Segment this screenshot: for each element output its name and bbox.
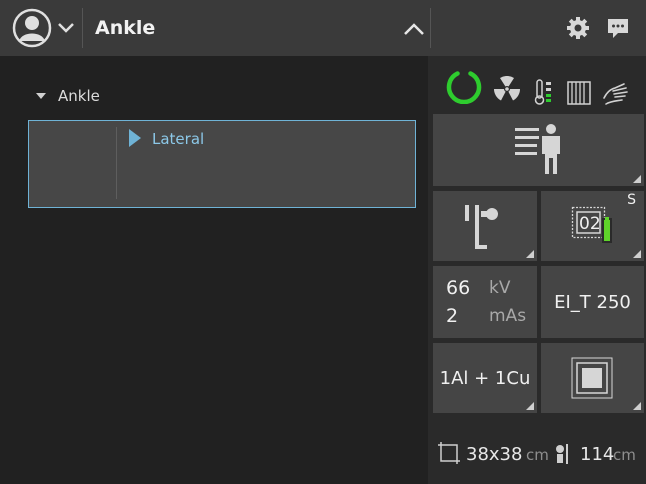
expand-corner-icon xyxy=(633,175,641,183)
mas-value: 2 xyxy=(446,305,459,327)
filter-tile[interactable]: 1Al + 1Cu xyxy=(433,343,537,413)
view-label: Lateral xyxy=(152,130,205,148)
detector-tile[interactable]: S 02 xyxy=(541,191,644,261)
protocol-list-tile[interactable] xyxy=(433,114,644,186)
thumbnail-divider xyxy=(116,127,117,199)
mas-unit: mAs xyxy=(489,306,527,326)
chevron-up-icon[interactable] xyxy=(402,21,426,37)
top-bar: Ankle xyxy=(0,0,646,56)
source-distance-icon xyxy=(556,444,568,464)
kv-value: 66 xyxy=(446,277,471,299)
expand-corner-icon xyxy=(633,402,641,410)
patient-list-icon xyxy=(515,124,560,174)
source-distance-unit: cm xyxy=(613,446,636,464)
field-size-value: 38x38 xyxy=(466,444,523,465)
temperature-icon xyxy=(534,79,551,105)
filter-label: 1Al + 1Cu xyxy=(439,368,531,389)
play-icon xyxy=(129,129,141,147)
source-distance-value: 114 xyxy=(580,444,615,465)
collimator-icon xyxy=(571,357,613,399)
field-size-unit: cm xyxy=(526,446,549,464)
expand-corner-icon xyxy=(526,250,534,258)
chat-icon[interactable] xyxy=(606,17,630,39)
ready-ring-icon xyxy=(446,71,482,104)
exposure-index-tile[interactable]: EI_T 250 xyxy=(541,266,644,338)
hand-icon xyxy=(603,83,628,105)
kv-unit: kV xyxy=(489,278,511,298)
kv-mas-tile[interactable]: 66 kV 2 mAs xyxy=(433,266,537,338)
expand-corner-icon xyxy=(526,402,534,410)
caret-down-icon[interactable] xyxy=(35,92,47,100)
grid-icon xyxy=(567,81,591,105)
view-item-lateral[interactable]: Lateral xyxy=(28,120,416,208)
tree-node-ankle[interactable]: Ankle xyxy=(35,86,100,106)
wall-stand-icon xyxy=(465,205,498,249)
collimation-tile[interactable] xyxy=(541,343,644,413)
exposure-index-label: EI_T 250 xyxy=(554,292,631,313)
exam-title: Ankle xyxy=(95,17,156,39)
user-avatar-icon[interactable] xyxy=(12,8,52,48)
header-divider xyxy=(430,8,431,48)
stand-tile[interactable] xyxy=(433,191,537,261)
header-divider xyxy=(82,8,83,48)
field-size-icon xyxy=(438,442,460,464)
radiation-icon xyxy=(494,76,520,101)
detector-id: 02 xyxy=(579,214,601,234)
geometry-readout: 38x38 cm 114 cm xyxy=(428,428,646,484)
detector-badge: S xyxy=(627,192,636,208)
chevron-down-icon[interactable] xyxy=(56,20,76,36)
tree-node-label: Ankle xyxy=(58,87,100,105)
expand-corner-icon xyxy=(633,250,641,258)
gear-icon[interactable] xyxy=(566,16,590,40)
